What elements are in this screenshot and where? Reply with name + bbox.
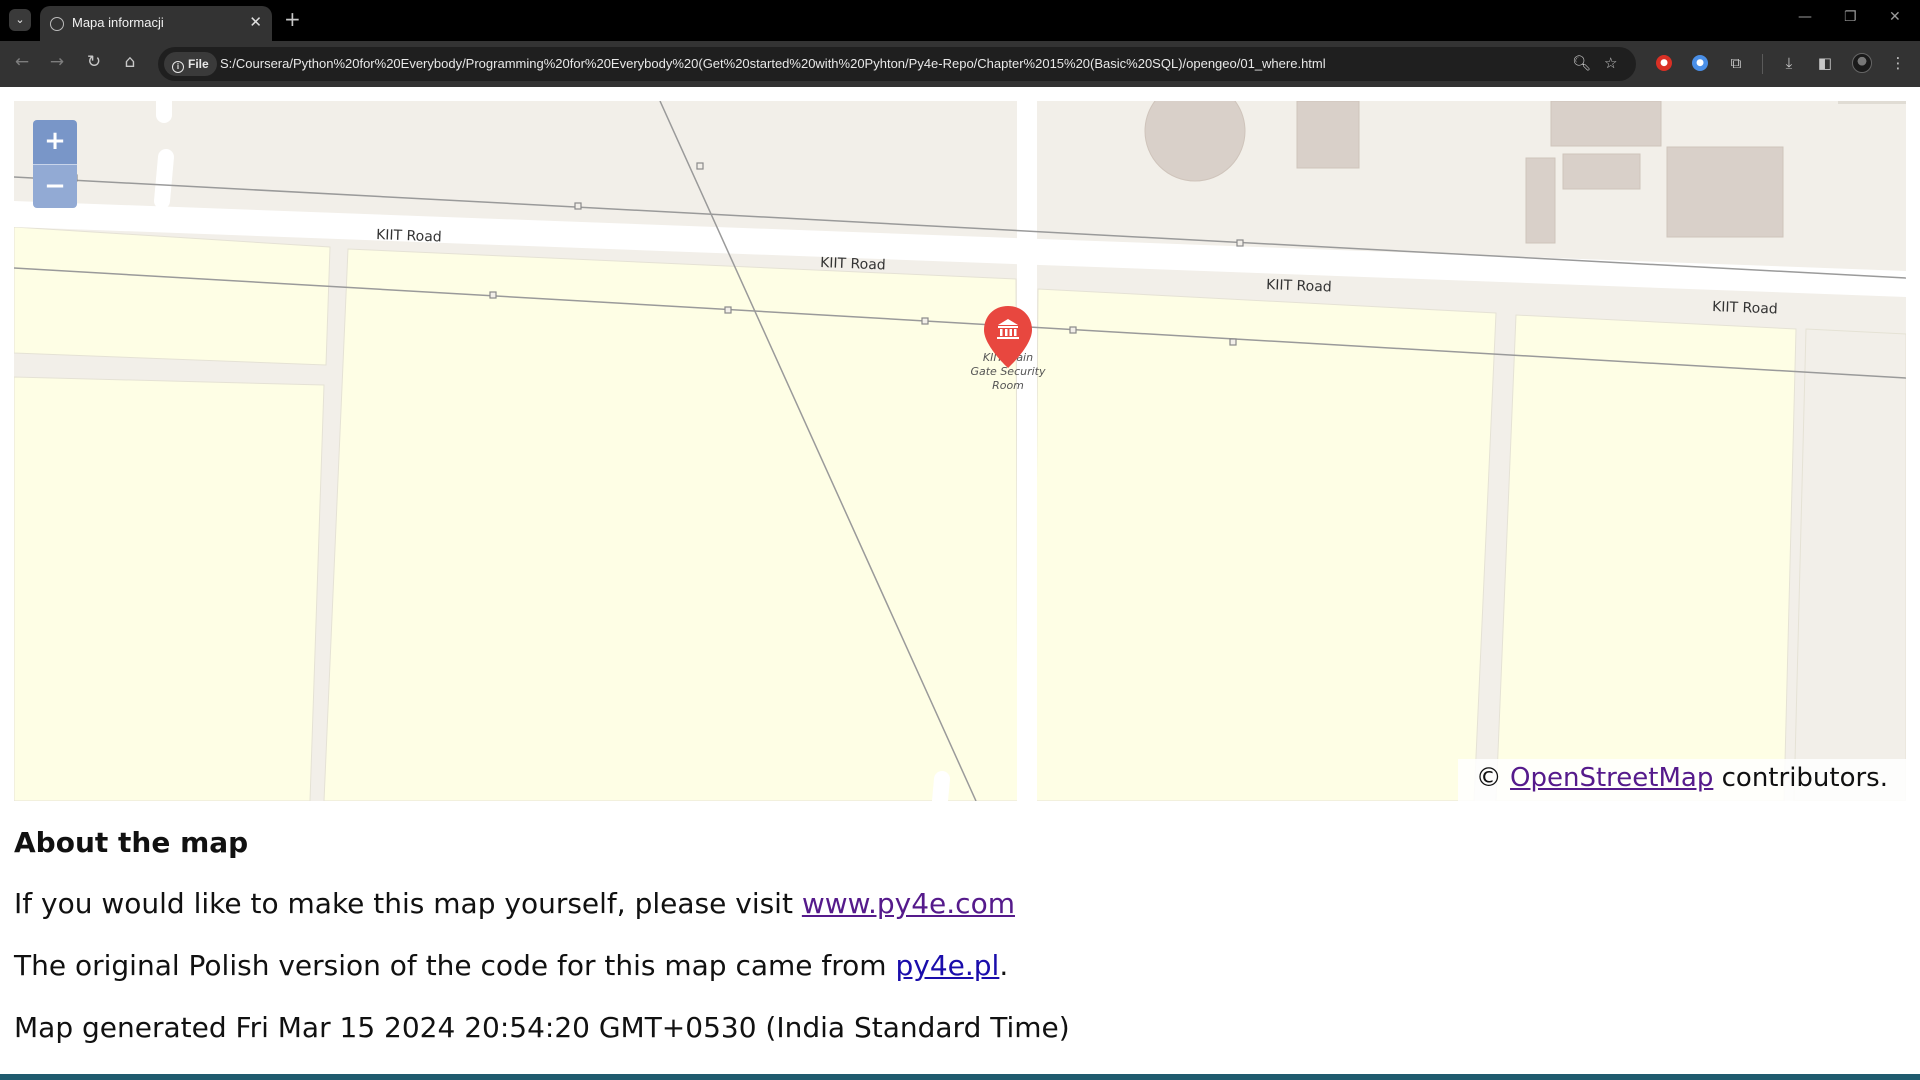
globe-icon (50, 17, 64, 31)
extension-blue-icon[interactable]: ● (1692, 55, 1708, 71)
py4e-pl-link[interactable]: py4e.pl (896, 949, 1000, 982)
py4e-com-link[interactable]: www.py4e.com (802, 887, 1015, 920)
map-tiles: KIIT Road KIIT Road KIIT Road KIIT Road … (14, 101, 1906, 801)
browser-tab[interactable]: Mapa informacji ✕ (40, 6, 272, 41)
url-chip-label: File (188, 57, 209, 71)
forward-icon[interactable]: → (45, 52, 69, 72)
road-label: KIIT Road (820, 255, 886, 274)
road-label: KIIT Road (1712, 299, 1778, 318)
zoom-out-button[interactable]: − (33, 164, 77, 208)
download-icon[interactable]: ⤓ (1779, 53, 1799, 73)
polish-version-text: The original Polish version of the code … (14, 949, 887, 982)
zoom-in-button[interactable]: + (33, 120, 77, 164)
back-icon[interactable]: ← (10, 52, 34, 72)
openstreetmap-link[interactable]: OpenStreetMap (1510, 763, 1713, 793)
zoom-icon[interactable]: 🔍︎ (1572, 54, 1591, 72)
bookmark-star-icon[interactable]: ☆ (1604, 54, 1617, 72)
bottom-border (0, 1074, 1920, 1080)
zoom-control: + − (33, 120, 77, 208)
new-tab-icon[interactable]: + (284, 7, 301, 31)
generated-timestamp: Map generated Fri Mar 15 2024 20:54:20 G… (14, 1011, 1070, 1044)
extension-red-icon[interactable]: ● (1656, 55, 1672, 71)
attribution-suffix: contributors. (1721, 763, 1888, 793)
visit-paragraph: If you would like to make this map yours… (14, 887, 1015, 920)
polish-version-paragraph: The original Polish version of the code … (14, 949, 1008, 982)
close-window-icon[interactable]: ✕ (1889, 9, 1901, 25)
toolbar-divider (1762, 54, 1763, 74)
side-panel-icon[interactable]: ◧ (1815, 53, 1835, 73)
period: . (999, 949, 1009, 982)
menu-kebab-icon[interactable]: ⋮ (1888, 53, 1908, 73)
tab-title: Mapa informacji (72, 15, 164, 30)
minimize-icon[interactable]: — (1798, 9, 1812, 25)
profile-avatar[interactable] (1852, 53, 1872, 73)
map-viewport[interactable]: KIIT Road KIIT Road KIIT Road KIIT Road … (14, 101, 1906, 801)
home-icon[interactable]: ⌂ (118, 52, 142, 72)
close-tab-icon[interactable]: ✕ (249, 13, 262, 31)
copyright-symbol: © (1475, 763, 1502, 793)
restore-icon[interactable]: ❐ (1844, 9, 1857, 25)
poi-label-line: Room (992, 379, 1024, 392)
site-info-chip[interactable]: i File (164, 52, 217, 76)
url-text[interactable]: S:/Coursera/Python%20for%20Everybody/Pro… (220, 56, 1550, 71)
extensions-puzzle-icon[interactable]: ⧉ (1726, 53, 1746, 73)
visit-text: If you would like to make this map yours… (14, 887, 793, 920)
address-bar[interactable]: i File S:/Coursera/Python%20for%20Everybo… (158, 47, 1636, 81)
road-label: KIIT Road (1266, 277, 1332, 296)
reload-icon[interactable]: ↻ (82, 52, 106, 72)
about-heading: About the map (14, 826, 249, 859)
browser-tab-strip: ⌄ Mapa informacji ✕ + — ❐ ✕ (0, 0, 1920, 41)
info-icon: i (172, 61, 184, 73)
browser-toolbar: ← → ↻ ⌂ i File S:/Coursera/Python%20for%2… (0, 41, 1920, 87)
map-attribution: © OpenStreetMap contributors. (1457, 759, 1906, 801)
tab-search-icon[interactable]: ⌄ (9, 9, 31, 31)
road-label: KIIT Road (376, 227, 442, 246)
